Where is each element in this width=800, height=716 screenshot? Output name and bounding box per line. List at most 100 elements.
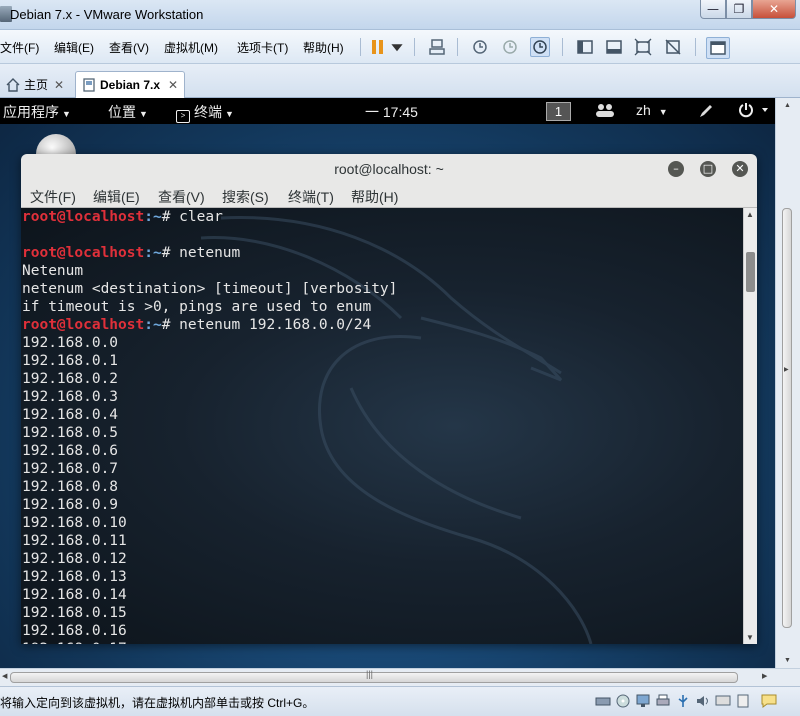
applications-menu[interactable]: 应用程序 ▼ [3,102,71,122]
clock[interactable]: 一 17:45 [365,102,418,122]
status-bar: 将输入定向到该虚拟机，请在虚拟机内部单击或按 Ctrl+G。 [0,686,800,716]
menu-view[interactable]: 查看(V) [109,39,149,56]
terminal-menu-file[interactable]: 文件(F) [30,187,76,207]
menu-tabs[interactable]: 选项卡(T) [237,39,288,56]
terminal-menu-view[interactable]: 查看(V) [158,187,205,207]
removable-device-icon[interactable] [734,693,752,709]
vm-vertical-scroll-thumb[interactable] [782,208,792,628]
pause-icon[interactable] [368,37,388,57]
terminal-line: 192.168.0.13 [22,568,397,586]
close-button[interactable]: ✕ [752,0,796,19]
toolbar-separator [414,38,415,56]
terminal-line-text: 192.168.0.10 [22,515,127,531]
terminal-close-icon[interactable]: ✕ [732,161,748,177]
terminal-line-text: 192.168.0.11 [22,533,127,549]
prompt-symbol: # [161,245,180,261]
snapshot-icon[interactable] [470,37,490,57]
workspace-indicator[interactable]: 1 [546,102,571,121]
device-icons [594,693,778,709]
scroll-down-icon[interactable]: ▼ [746,633,754,642]
terminal-minimize-icon[interactable]: – [668,161,684,177]
tab-bar: 主页 ✕ Debian 7.x ✕ [0,64,800,98]
terminal-output[interactable]: root@localhost:~# clear root@localhost:~#… [21,208,743,644]
cd-dvd-icon[interactable] [614,693,632,709]
status-message: 将输入定向到该虚拟机，请在虚拟机内部单击或按 Ctrl+G。 [0,696,315,710]
unity-icon[interactable] [663,37,683,57]
minimize-button[interactable]: — [700,0,726,19]
terminal-app-label: 终端 [194,104,222,120]
terminal-menubar: 文件(F) 编辑(E) 查看(V) 搜索(S) 终端(T) 帮助(H) [21,184,757,208]
terminal-window[interactable]: root@localhost: ~ – □ ✕ 文件(F) 编辑(E) 查看(V… [21,154,757,644]
snapshot-manager-icon[interactable] [530,37,550,57]
scroll-up-icon[interactable]: ▲ [784,102,791,109]
terminal-line: 192.168.0.14 [22,586,397,604]
terminal-line-text: 192.168.0.8 [22,479,119,495]
terminal-menu-search[interactable]: 搜索(S) [222,187,269,207]
terminal-scrollbar[interactable]: ▲ ▼ [743,208,757,644]
fullscreen-icon[interactable] [633,37,653,57]
vm-horizontal-scroll-thumb[interactable] [10,672,738,683]
scroll-left-icon[interactable]: ◀ [2,672,7,680]
terminal-line-text: 192.168.0.5 [22,425,119,441]
terminal-titlebar[interactable]: root@localhost: ~ – □ ✕ [21,154,757,184]
terminal-app-menu[interactable]: > 终端 ▼ [176,102,234,123]
console-view-icon[interactable] [706,37,730,59]
window-controls: — ❐ ✕ [700,0,796,20]
terminal-line-text: 192.168.0.1 [22,353,119,369]
terminal-line: netenum <destination> [timeout] [verbosi… [22,280,397,298]
input-method-label: zh [636,102,651,118]
tab-debian-close-icon[interactable]: ✕ [168,78,178,92]
menu-vm[interactable]: 虚拟机(M) [164,39,218,56]
power-menu-icon[interactable] [738,102,768,121]
thumbnail-bar-icon[interactable] [604,37,624,57]
menu-file[interactable]: 文件(F) [0,39,39,56]
tab-debian[interactable]: Debian 7.x ✕ [75,71,185,98]
pen-icon[interactable] [698,103,714,122]
network-icon[interactable] [634,693,652,709]
vm-display[interactable]: 应用程序 ▼ 位置 ▼ > 终端 ▼ 一 17:45 1 zh ▼ root@localh… [0,98,775,668]
display-icon[interactable] [714,693,732,709]
menu-edit[interactable]: 编辑(E) [54,39,94,56]
input-method-menu[interactable]: zh ▼ [636,102,668,118]
sound-icon[interactable] [694,693,712,709]
tab-home[interactable]: 主页 ✕ [0,71,70,98]
scroll-down-icon[interactable]: ▼ [784,657,791,664]
vm-horizontal-scrollbar[interactable]: ◀ ||| ▶ [0,668,800,686]
menu-help[interactable]: 帮助(H) [303,39,344,56]
vm-vertical-scrollbar[interactable]: ▲ ▶ ▼ [775,98,800,668]
caret-down-icon: ▼ [225,109,234,119]
scroll-up-icon[interactable]: ▲ [746,210,754,219]
people-icon[interactable] [596,103,614,120]
terminal-line-text: netenum <destination> [timeout] [verbosi… [22,281,398,297]
toolbar-separator [562,38,563,56]
message-log-icon[interactable] [760,693,778,709]
prompt-user: root@localhost [22,317,145,333]
terminal-line-text: 192.168.0.6 [22,443,119,459]
show-sidebar-icon[interactable] [575,37,595,57]
terminal-line-text: 192.168.0.2 [22,371,119,387]
terminal-line: Netenum [22,262,397,280]
restore-button[interactable]: ❐ [726,0,752,19]
terminal-line-text: netenum 192.168.0.0/24 [179,317,372,333]
caret-down-icon: ▼ [658,107,668,117]
revert-snapshot-icon[interactable] [500,37,520,57]
terminal-line: 192.168.0.5 [22,424,397,442]
terminal-menu-help[interactable]: 帮助(H) [351,187,398,207]
places-menu[interactable]: 位置 ▼ [108,102,148,122]
places-label: 位置 [108,104,136,120]
scroll-right-icon[interactable]: ▶ [762,672,767,680]
printer-icon[interactable] [654,693,672,709]
terminal-line: 192.168.0.8 [22,478,397,496]
hard-disk-icon[interactable] [594,693,612,709]
prompt-user: root@localhost [22,245,145,261]
send-ctrl-alt-del-icon[interactable] [427,37,447,57]
power-dropdown-icon[interactable] [390,37,404,57]
terminal-scroll-thumb[interactable] [746,252,755,292]
terminal-maximize-icon[interactable]: □ [700,161,716,177]
terminal-menu-edit[interactable]: 编辑(E) [93,187,140,207]
tab-home-close-icon[interactable]: ✕ [54,78,64,92]
terminal-menu-terminal[interactable]: 终端(T) [288,187,334,207]
usb-icon[interactable] [674,693,692,709]
terminal-line-text: 192.168.0.7 [22,461,119,477]
